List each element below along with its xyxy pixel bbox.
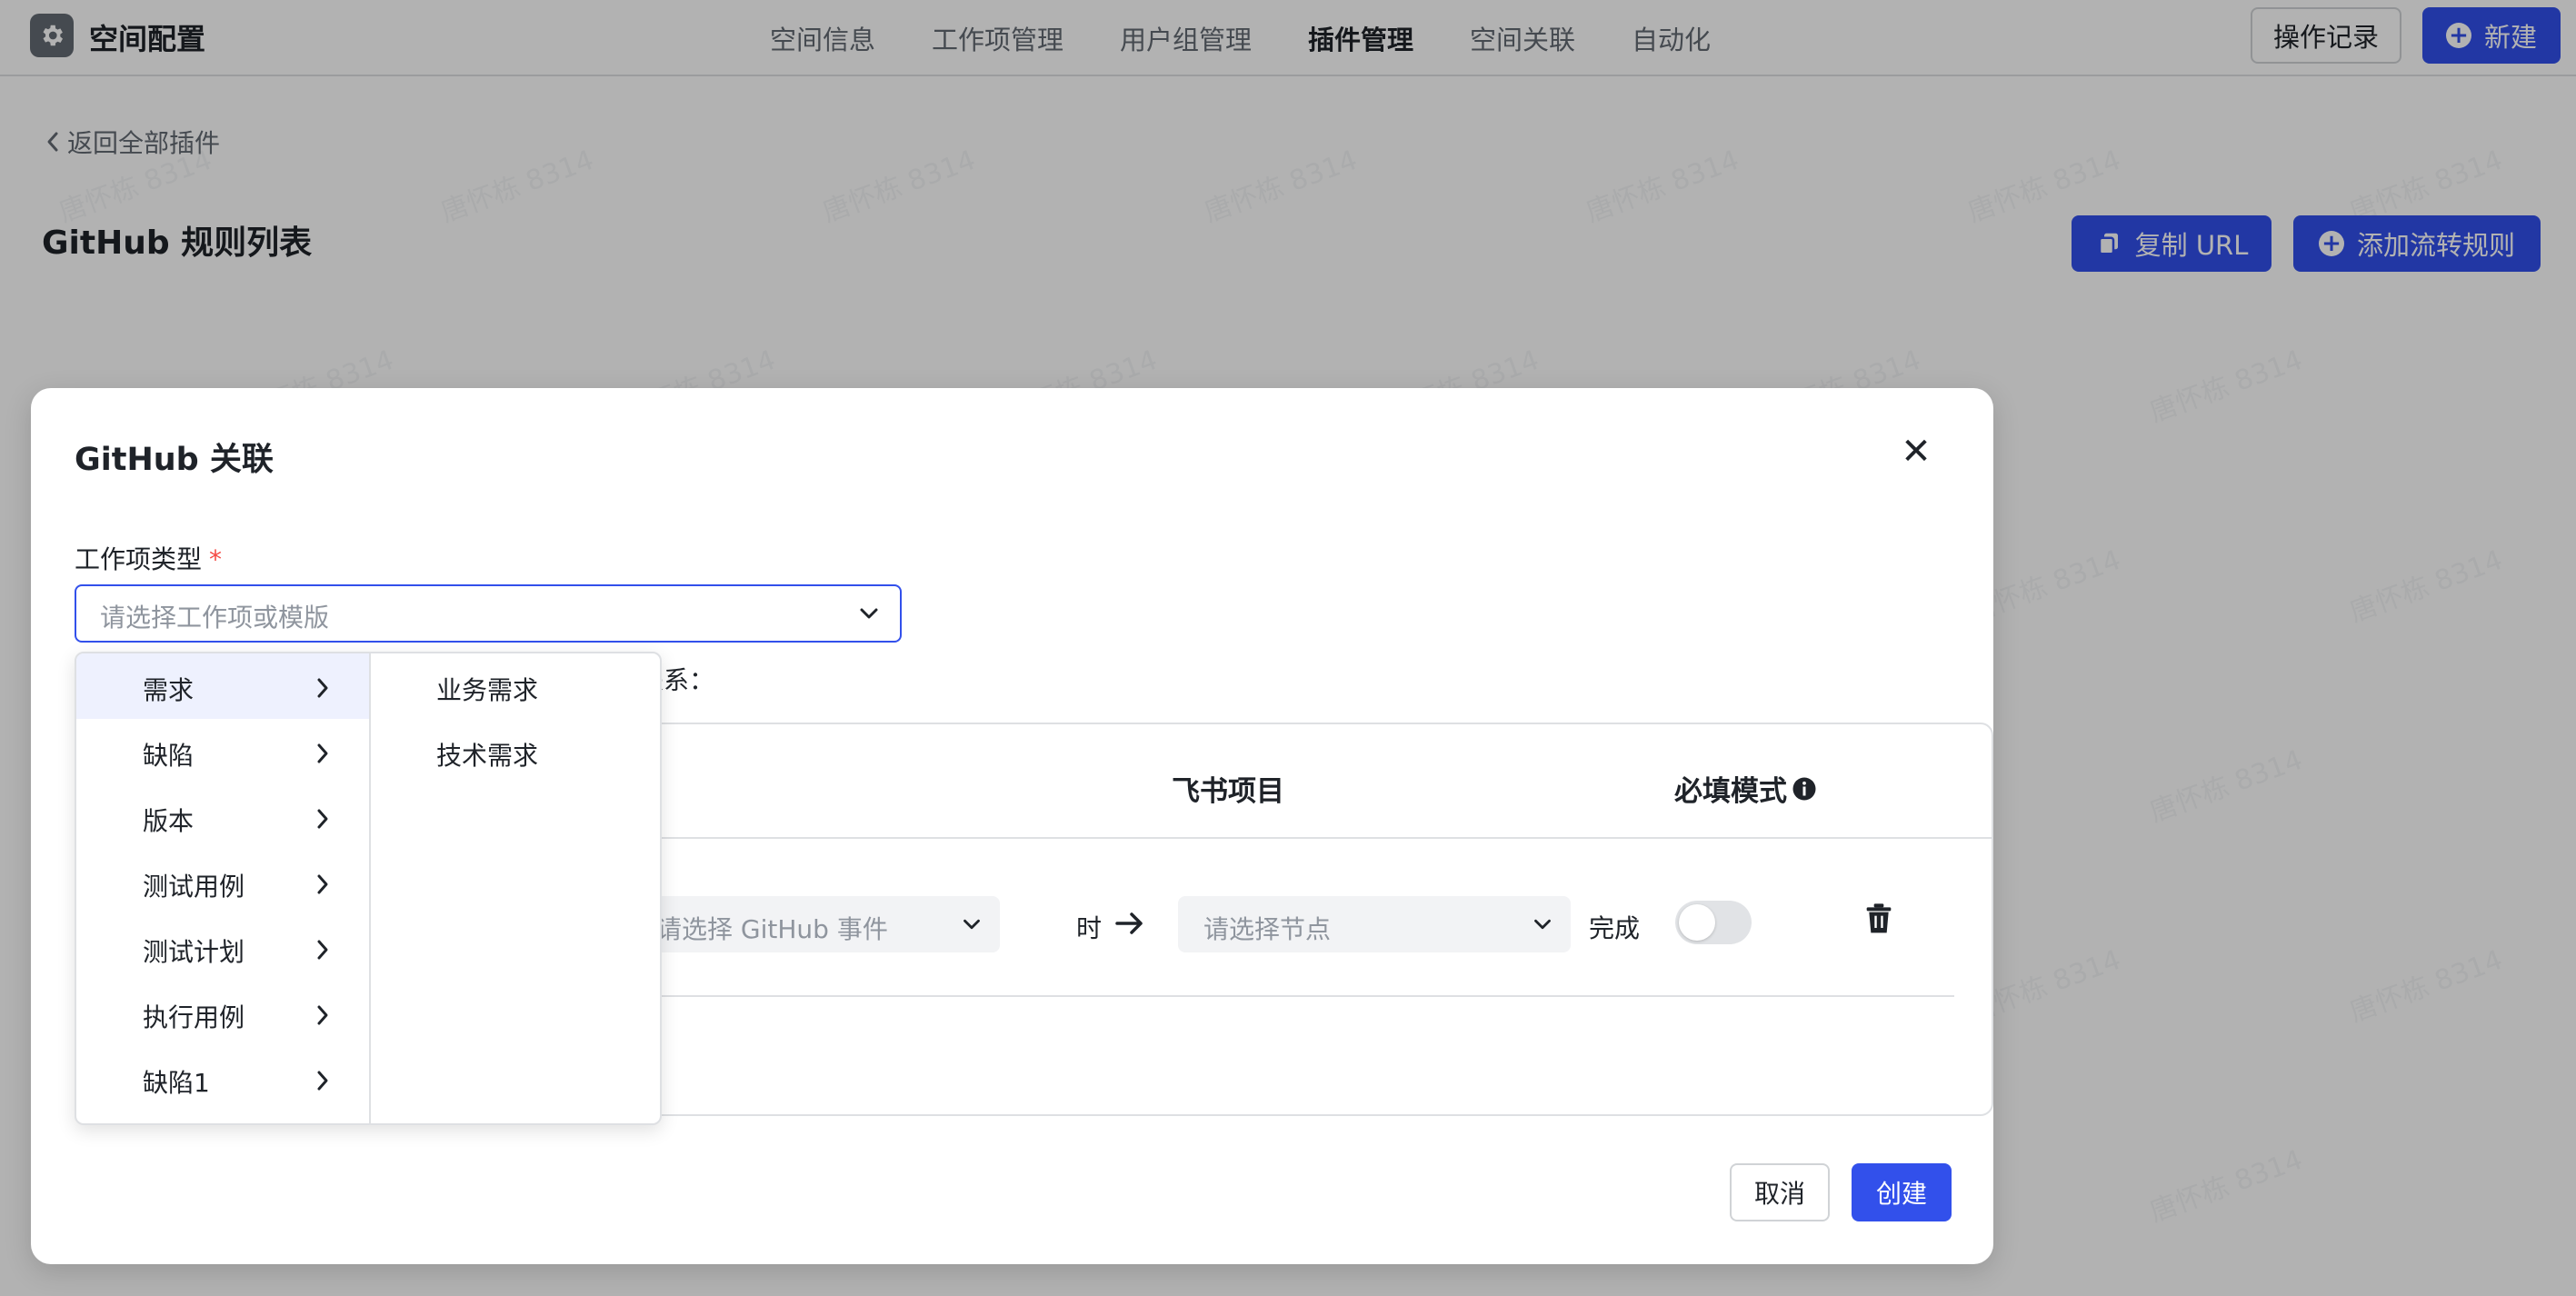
work-item-type-label: 工作项类型 * [75, 540, 222, 576]
cascader-item-label: 测试计划 [143, 937, 245, 967]
dialog-title: GitHub 关联 [75, 442, 274, 478]
cascader-item-label: 版本 [143, 806, 195, 836]
chevron-down-icon [860, 608, 878, 619]
chevron-right-icon [317, 874, 328, 894]
required-mark: * [209, 544, 223, 574]
required-mode-toggle[interactable] [1675, 901, 1752, 944]
chevron-right-icon [317, 743, 328, 763]
arrow-right-icon [1115, 912, 1143, 934]
cascader-item-label: 测试用例 [143, 872, 245, 902]
node-select-placeholder: 请选择节点 [1203, 914, 1332, 944]
cascader-sub-item-business-requirement[interactable]: 业务需求 [371, 653, 660, 719]
cancel-button[interactable]: 取消 [1730, 1163, 1830, 1221]
cascader-item-defect[interactable]: 缺陷 [76, 719, 369, 784]
chevron-right-icon [317, 809, 328, 829]
chevron-right-icon [317, 1005, 328, 1025]
cascader-item-version[interactable]: 版本 [76, 784, 369, 850]
done-text: 完成 [1589, 913, 1641, 943]
cascader-item-test-case[interactable]: 测试用例 [76, 850, 369, 915]
cascader-sub-item-label: 业务需求 [436, 675, 539, 705]
cascader-item-execution-case[interactable]: 执行用例 [76, 981, 369, 1046]
close-icon[interactable]: ✕ [1898, 434, 1934, 470]
header-required-mode: 必填模式 [1674, 768, 1818, 809]
toggle-knob [1679, 904, 1715, 941]
work-item-type-label-text: 工作项类型 [75, 544, 203, 574]
chevron-right-icon [317, 678, 328, 698]
info-icon[interactable] [1791, 775, 1818, 803]
cascader-sub-item-technical-requirement[interactable]: 技术需求 [371, 719, 660, 784]
cascader-item-test-plan[interactable]: 测试计划 [76, 915, 369, 981]
work-item-type-select[interactable]: 请选择工作项或模版 [75, 584, 902, 643]
create-button[interactable]: 创建 [1852, 1163, 1952, 1221]
work-item-type-placeholder: 请选择工作项或模版 [100, 603, 330, 633]
cascader-item-label: 缺陷1 [143, 1068, 210, 1098]
cascader-item-label: 缺陷 [143, 741, 195, 771]
cascader-item-label: 需求 [143, 675, 195, 705]
github-event-select[interactable]: 请选择 GitHub 事件 [636, 896, 1000, 952]
chevron-down-icon [1534, 919, 1551, 930]
node-select[interactable]: 请选择节点 [1178, 896, 1571, 952]
cascader-sub-item-label: 技术需求 [436, 741, 539, 771]
header-required-mode-label: 必填模式 [1674, 775, 1787, 808]
when-text: 时 [1076, 913, 1103, 943]
cascader-item-requirement[interactable]: 需求 [76, 653, 369, 719]
work-item-type-cascader: 需求 缺陷 版本 测试用例 测试计划 执行用例 缺陷1 业务需求 技术需求 [75, 652, 662, 1125]
cascader-item-defect-1[interactable]: 缺陷1 [76, 1046, 369, 1112]
chevron-right-icon [317, 940, 328, 960]
header-feishu-project: 飞书项目 [1172, 775, 1284, 808]
chevron-down-icon [964, 919, 980, 930]
trash-icon[interactable] [1864, 902, 1893, 935]
chevron-right-icon [317, 1071, 328, 1091]
cascader-item-label: 执行用例 [143, 1002, 245, 1032]
github-event-placeholder: 请选择 GitHub 事件 [656, 914, 888, 944]
